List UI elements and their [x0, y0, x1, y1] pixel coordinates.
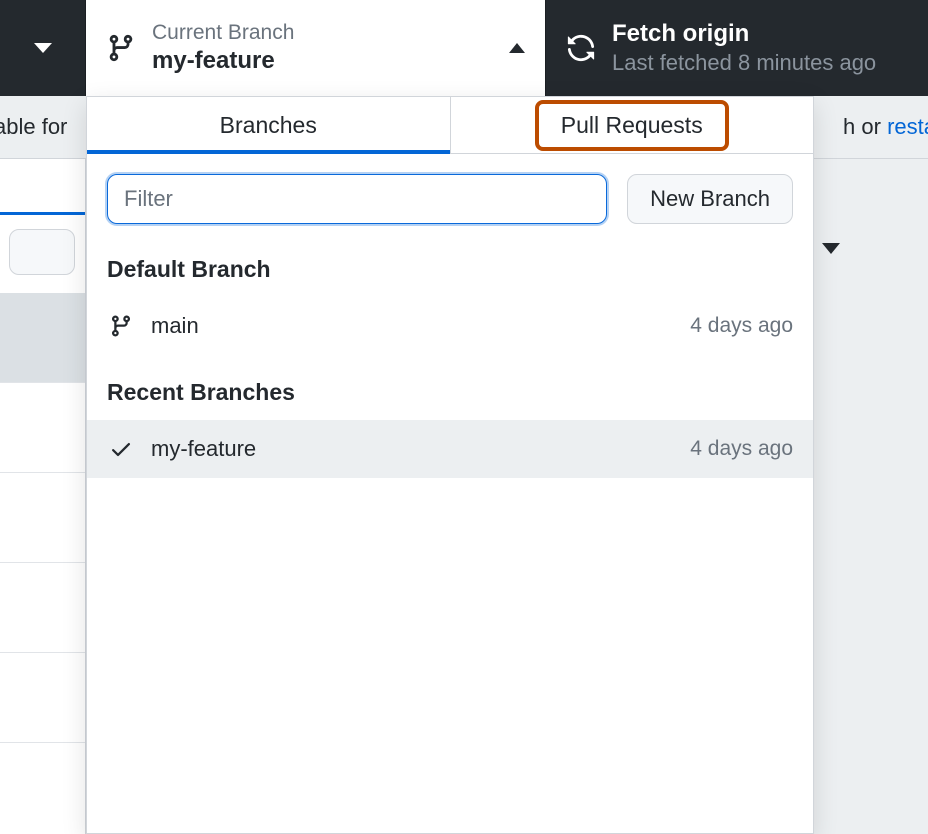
toolbar: Current Branch my-feature Fetch origin L… [0, 0, 928, 96]
branch-name: my-feature [151, 436, 674, 462]
section-header-recent-branches: Recent Branches [87, 355, 813, 420]
branch-popover: Branches Pull Requests New Branch Defaul… [86, 96, 814, 834]
git-branch-icon [107, 314, 135, 338]
new-branch-button[interactable]: New Branch [627, 174, 793, 224]
caret-down-icon [34, 43, 52, 53]
banner-left-fragment: able for [0, 114, 67, 140]
fetch-origin-title: Fetch origin [612, 20, 876, 48]
branch-name: main [151, 313, 674, 339]
tab-branches[interactable]: Branches [87, 97, 451, 153]
background-left-column [0, 159, 86, 834]
background-dropdown-caret-icon[interactable] [822, 243, 840, 254]
current-branch-value: my-feature [152, 47, 509, 75]
check-icon [107, 437, 135, 461]
current-branch-dropdown-button[interactable]: Current Branch my-feature [86, 0, 546, 96]
banner-right-fragment: h or resta [843, 114, 928, 140]
branch-row-my-feature[interactable]: my-feature 4 days ago [87, 420, 813, 478]
section-header-default-branch: Default Branch [87, 232, 813, 297]
fetch-origin-button[interactable]: Fetch origin Last fetched 8 minutes ago [546, 0, 928, 96]
git-branch-icon [106, 33, 136, 63]
current-branch-label: Current Branch [152, 21, 509, 45]
branch-row-main[interactable]: main 4 days ago [87, 297, 813, 355]
fetch-origin-subtitle: Last fetched 8 minutes ago [612, 50, 876, 76]
tab-pull-requests[interactable]: Pull Requests [451, 97, 814, 153]
filter-input[interactable] [107, 174, 607, 224]
branch-time: 4 days ago [690, 314, 793, 338]
sync-icon [566, 33, 596, 63]
popover-tabs: Branches Pull Requests [87, 97, 813, 154]
caret-up-icon [509, 43, 525, 53]
banner-link-fragment[interactable]: resta [887, 114, 928, 139]
repo-dropdown-button[interactable] [0, 0, 86, 96]
branch-time: 4 days ago [690, 437, 793, 461]
